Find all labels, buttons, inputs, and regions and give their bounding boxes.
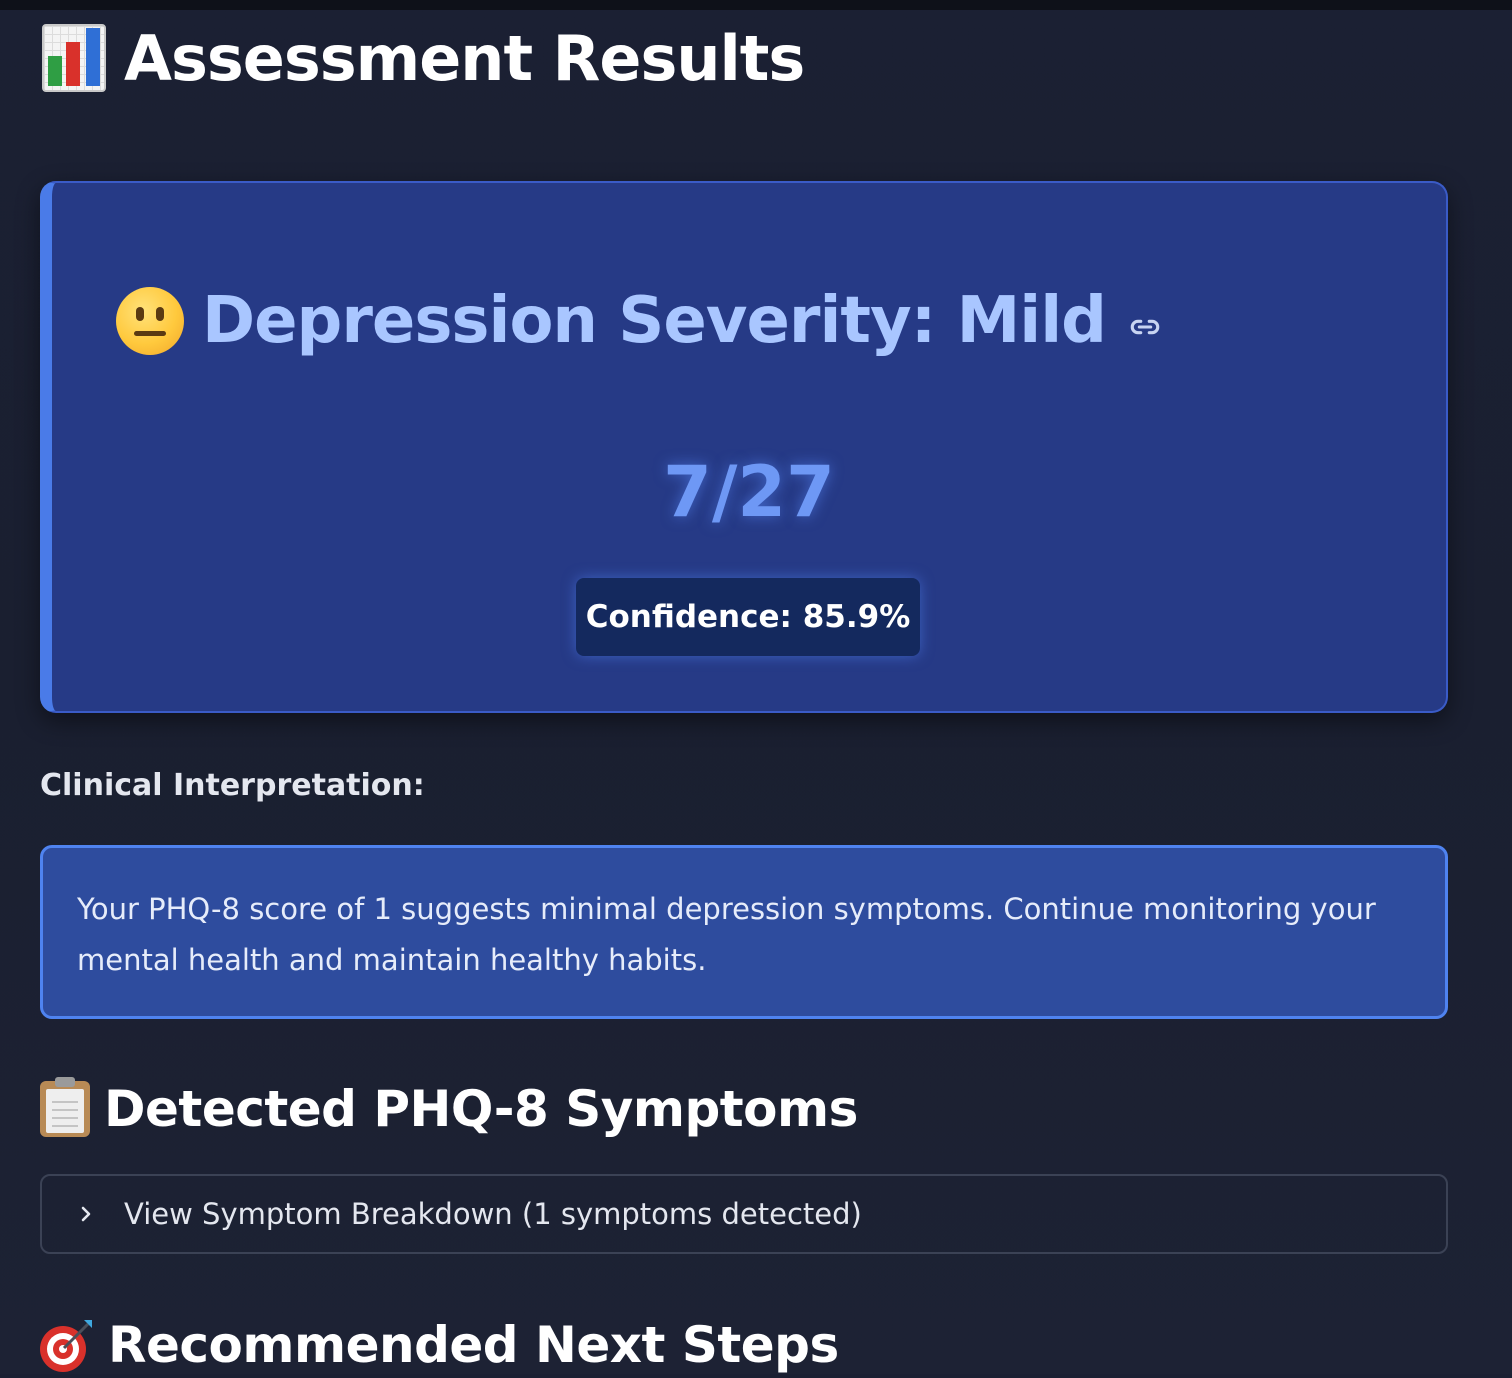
link-icon[interactable] — [1128, 310, 1162, 344]
detected-symptoms-heading-text: Detected PHQ-8 Symptoms — [104, 1080, 858, 1138]
chevron-right-icon — [81, 1206, 91, 1222]
direct-hit-target-icon — [40, 1318, 94, 1372]
clinical-interpretation-box: Your PHQ-8 score of 1 suggests minimal d… — [40, 845, 1448, 1019]
clinical-interpretation-label: Clinical Interpretation: — [40, 768, 425, 803]
severity-heading: Depression Severity: Mild — [116, 281, 1162, 361]
bar-chart-icon — [42, 24, 106, 92]
symptom-breakdown-label: View Symptom Breakdown (1 symptoms detec… — [124, 1197, 862, 1231]
next-steps-heading: Recommended Next Steps — [40, 1312, 839, 1378]
page-title: Assessment Results — [42, 18, 805, 98]
phq-score: 7/27 — [663, 451, 835, 533]
clinical-interpretation-text: Your PHQ-8 score of 1 suggests minimal d… — [77, 892, 1376, 977]
neutral-face-icon — [116, 287, 184, 355]
confidence-badge: Confidence: 85.9% — [576, 578, 920, 656]
symptom-breakdown-expander[interactable]: View Symptom Breakdown (1 symptoms detec… — [40, 1174, 1448, 1254]
top-bar — [0, 0, 1512, 10]
severity-card: Depression Severity: Mild 7/27 Confidenc… — [40, 181, 1448, 713]
detected-symptoms-heading: Detected PHQ-8 Symptoms — [40, 1076, 858, 1142]
clipboard-icon — [40, 1077, 90, 1137]
severity-heading-text: Depression Severity: Mild — [202, 284, 1107, 358]
page-title-text: Assessment Results — [124, 21, 805, 95]
next-steps-heading-text: Recommended Next Steps — [108, 1316, 839, 1374]
